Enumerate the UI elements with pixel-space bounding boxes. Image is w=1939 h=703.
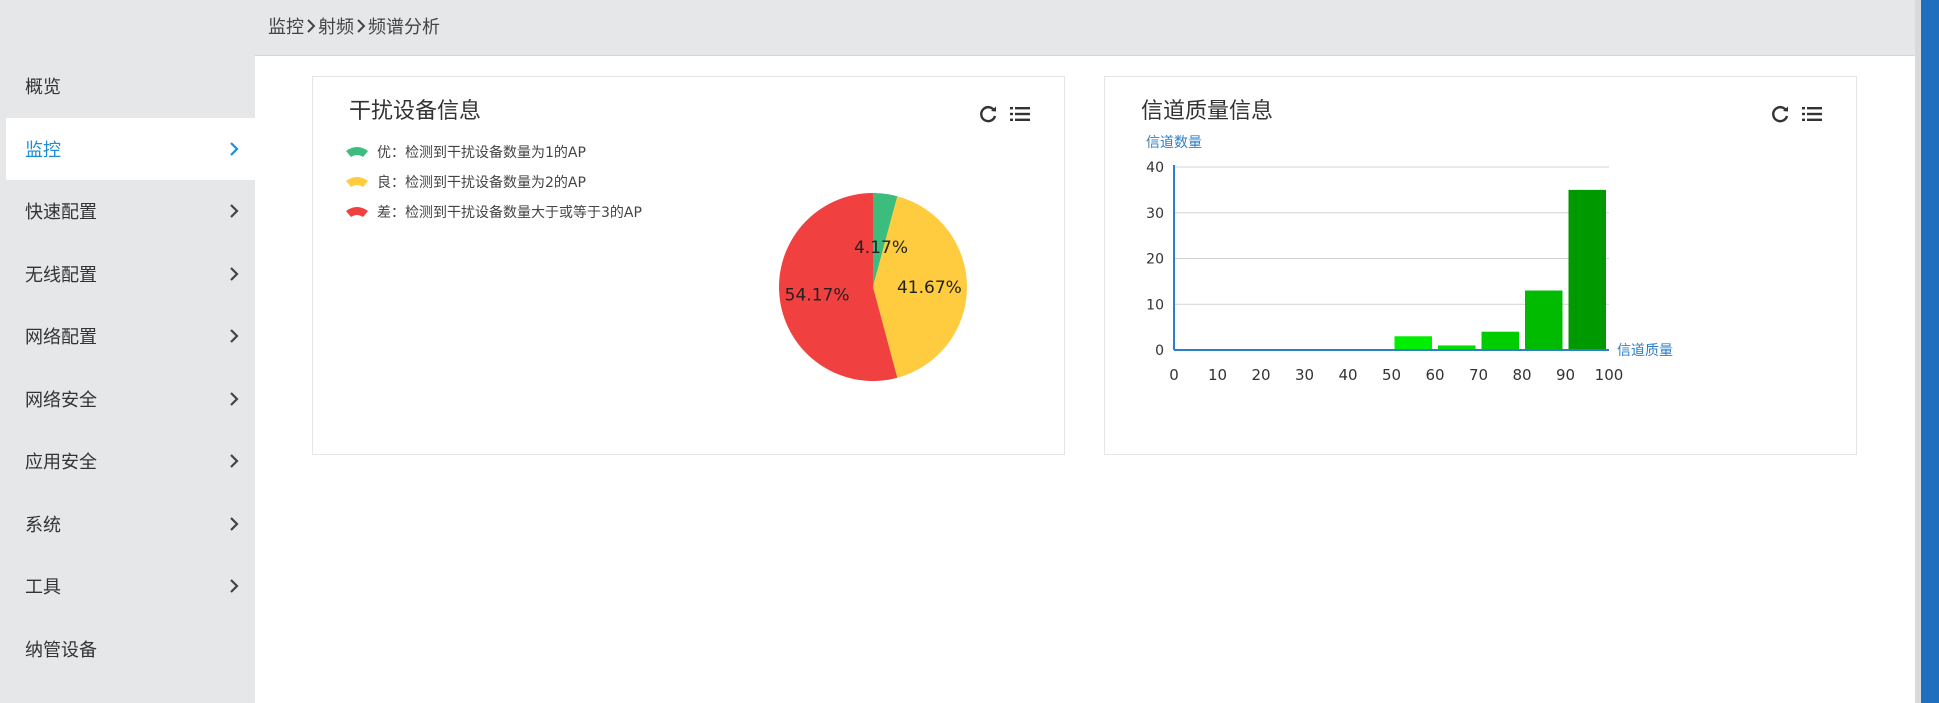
bar[interactable] — [1568, 189, 1607, 350]
list-icon[interactable] — [1009, 103, 1031, 125]
chevron-right-icon — [230, 391, 239, 406]
breadcrumb: 监控 射频 频谱分析 — [268, 13, 440, 39]
y-tick-label: 10 — [1146, 297, 1164, 313]
x-tick-label: 30 — [1295, 366, 1314, 384]
legend-label: 差：检测到干扰设备数量大于或等于3的AP — [377, 205, 642, 221]
x-tick-label: 70 — [1469, 366, 1488, 384]
legend-label: 优：检测到干扰设备数量为1的AP — [377, 145, 586, 161]
top-bar: 监控 射频 频谱分析 — [0, 0, 1915, 56]
x-tick-label: 80 — [1512, 366, 1531, 384]
sidebar-item[interactable]: 无线配置 — [6, 243, 255, 306]
pie-data-label: 4.17% — [854, 238, 908, 258]
x-tick-label: 90 — [1556, 366, 1575, 384]
sidebar-item[interactable]: 监控 — [6, 117, 255, 180]
chevron-right-icon — [230, 516, 239, 531]
interference-pie-chart: 4.17% 41.67% 54.17% — [779, 193, 967, 381]
breadcrumb-item-spectrum: 频谱分析 — [368, 17, 440, 38]
sidebar-item-label: 概览 — [25, 77, 61, 99]
sidebar-item-label: 网络安全 — [25, 389, 97, 411]
x-tick-label: 50 — [1382, 366, 1401, 384]
channel-quality-panel: 信道质量信息 0 10 20 30 40 0 10 20 30 40 50 60 70 80 90 100 信道… — [1104, 76, 1857, 455]
legend-label: 良：检测到干扰设备数量为2的AP — [377, 175, 586, 191]
x-tick-label: 10 — [1208, 366, 1227, 384]
sidebar-item[interactable]: 概览 — [6, 55, 255, 118]
y-tick-label: 0 — [1155, 343, 1164, 359]
interference-panel-title: 干扰设备信息 — [349, 99, 482, 124]
pie-legend: 优：检测到干扰设备数量为1的AP 良：检测到干扰设备数量为2的AP 差：检测到干扰设… — [345, 137, 642, 227]
legend-item[interactable]: 优：检测到干扰设备数量为1的AP — [345, 137, 642, 167]
y-tick-label: 40 — [1146, 160, 1164, 176]
x-tick-label: 60 — [1425, 366, 1444, 384]
sidebar-item-label: 应用安全 — [25, 452, 97, 474]
scrollbar[interactable] — [1921, 0, 1939, 703]
pie-data-label: 41.67% — [897, 278, 962, 298]
sidebar-item[interactable]: 应用安全 — [6, 430, 255, 493]
chevron-right-icon — [357, 19, 366, 33]
sidebar-item[interactable]: 快速配置 — [6, 180, 255, 243]
y-tick-label: 20 — [1146, 252, 1164, 268]
x-tick-label: 100 — [1595, 366, 1624, 384]
x-axis-title: 信道质量 — [1617, 343, 1673, 359]
x-tick-label: 0 — [1169, 366, 1179, 384]
legend-item[interactable]: 差：检测到干扰设备数量大于或等于3的AP — [345, 197, 642, 227]
sidebar-item-label: 工具 — [25, 577, 61, 599]
fan-legend-icon — [346, 147, 368, 157]
fan-legend-icon — [346, 177, 368, 187]
interference-device-panel: 干扰设备信息 优：检测到干扰设备数量为1的AP 良：检测到干扰设备数量为2的AP 差… — [312, 76, 1065, 455]
chevron-right-icon — [307, 19, 316, 33]
chevron-right-icon — [230, 141, 239, 156]
chevron-right-icon — [230, 579, 239, 594]
bar[interactable] — [1525, 290, 1563, 350]
x-tick-label: 40 — [1338, 366, 1357, 384]
sidebar-item[interactable]: 系统 — [6, 493, 255, 556]
sidebar-item[interactable]: 网络配置 — [6, 305, 255, 368]
fan-legend-icon — [346, 207, 368, 217]
legend-item[interactable]: 良：检测到干扰设备数量为2的AP — [345, 167, 642, 197]
sidebar-item[interactable]: 纳管设备 — [6, 618, 255, 681]
sidebar-item[interactable]: 工具 — [6, 555, 255, 618]
chevron-right-icon — [230, 454, 239, 469]
bar[interactable] — [1481, 331, 1520, 350]
sidebar-item[interactable]: 网络安全 — [6, 368, 255, 431]
sidebar: 概览监控快速配置无线配置网络配置网络安全应用安全系统工具纳管设备 — [6, 55, 255, 703]
x-tick-label: 20 — [1251, 366, 1270, 384]
sidebar-item-label: 无线配置 — [25, 264, 97, 286]
sidebar-item-label: 监控 — [25, 139, 61, 161]
channel-quality-bar-chart: 0 10 20 30 40 0 10 20 30 40 50 60 70 80 90 100 信道数量信道质量 — [1146, 135, 1673, 384]
y-axis-title: 信道数量 — [1146, 135, 1202, 151]
refresh-icon[interactable] — [977, 103, 999, 125]
chevron-right-icon — [230, 204, 239, 219]
sidebar-item-label: 快速配置 — [25, 202, 97, 224]
sidebar-item-label: 系统 — [25, 514, 61, 536]
y-tick-label: 30 — [1146, 206, 1164, 222]
sidebar-item-label: 网络配置 — [25, 327, 97, 349]
chevron-right-icon — [230, 266, 239, 281]
bar[interactable] — [1394, 336, 1433, 350]
sidebar-item-label: 纳管设备 — [25, 639, 97, 661]
breadcrumb-item-monitor[interactable]: 监控 — [268, 13, 304, 39]
pie-data-label: 54.17% — [785, 285, 850, 305]
chevron-right-icon — [230, 329, 239, 344]
breadcrumb-item-rf[interactable]: 射频 — [318, 13, 354, 39]
